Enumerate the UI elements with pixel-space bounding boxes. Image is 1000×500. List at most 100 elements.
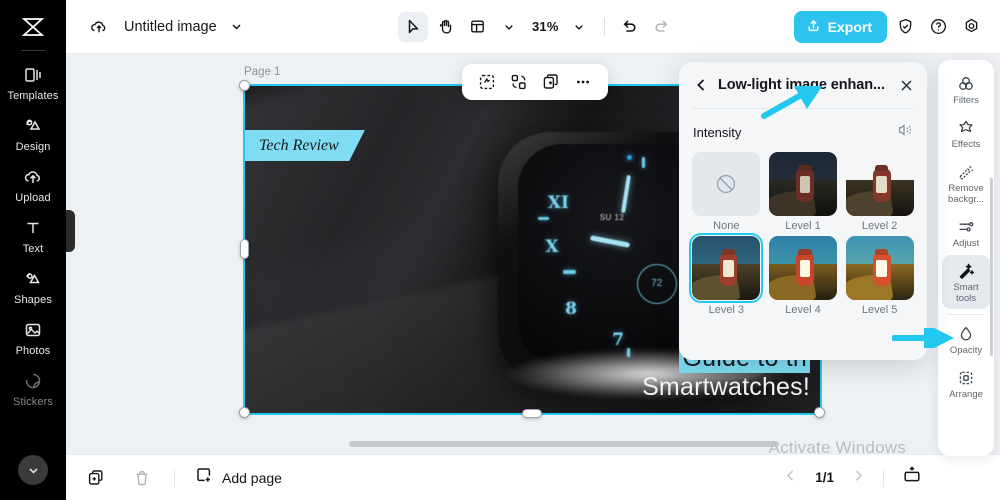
more-options-icon[interactable] — [570, 69, 596, 95]
zoom-chevron-button[interactable] — [564, 12, 594, 42]
intensity-option-label: Level 4 — [785, 304, 821, 316]
sidebar-item-shapes[interactable]: Shapes — [0, 261, 66, 312]
intensity-options-grid: None Level 1 Level 2 Level 3 Level 4 Lev… — [679, 152, 927, 316]
panel-section-header: Intensity — [679, 109, 927, 152]
sidebar-item-label: Upload — [15, 192, 51, 204]
sidebar-item-label: Smart tools — [953, 281, 979, 304]
sidebar-item-label: Stickers — [13, 396, 53, 408]
duplicate-icon[interactable] — [538, 69, 564, 95]
layout-tool-button[interactable] — [462, 12, 492, 42]
left-sidebar: Templates Design Upload Text Shapes Phot… — [0, 0, 66, 500]
tech-review-badge[interactable]: Tech Review — [245, 130, 365, 161]
close-x-icon[interactable] — [897, 76, 915, 94]
intensity-option-label: Level 3 — [708, 304, 745, 316]
intensity-thumbnail — [845, 152, 914, 216]
duplicate-page-icon[interactable] — [82, 464, 110, 492]
intensity-thumbnail — [768, 236, 837, 300]
selection-handle-bottom-right[interactable] — [814, 407, 825, 418]
prev-page-button[interactable] — [784, 469, 797, 486]
horizontal-scrollbar[interactable] — [349, 441, 779, 447]
export-button[interactable]: Export — [793, 10, 887, 43]
intensity-option-none[interactable]: None — [691, 152, 762, 232]
sidebar-item-filters[interactable]: Filters — [942, 68, 990, 112]
top-bar-actions: Export — [793, 10, 986, 43]
delete-page-button[interactable] — [128, 464, 156, 492]
cloud-upload-icon[interactable] — [88, 16, 110, 38]
page-label: Page 1 — [244, 66, 281, 78]
intensity-option-level-4[interactable]: Level 4 — [768, 236, 839, 316]
photo-image-icon — [22, 319, 44, 341]
intensity-option-label: None — [713, 220, 740, 232]
sidebar-item-design[interactable]: Design — [0, 108, 66, 159]
select-tool-button[interactable] — [398, 11, 428, 42]
sidebar-item-label: Text — [22, 243, 44, 255]
shapes-icon — [22, 268, 44, 290]
sidebar-item-opacity[interactable]: Opacity — [942, 318, 990, 362]
sidebar-item-label: Effects — [951, 138, 981, 150]
panel-title: Low-light image enhan... — [718, 77, 885, 93]
right-sidebar: Filters Effects Remove backgr... Adjust — [938, 60, 994, 456]
watch-date: SU 12 — [599, 212, 625, 222]
page-navigation: 1/1 — [784, 465, 922, 490]
sidebar-item-label: Templates — [7, 90, 59, 102]
export-button-label: Export — [827, 18, 872, 35]
sidebar-item-effects[interactable]: Effects — [942, 112, 990, 156]
watch-numeral: XI — [547, 192, 569, 213]
sidebar-item-stickers[interactable]: Stickers — [0, 363, 66, 414]
sidebar-collapse-button[interactable] — [18, 455, 48, 485]
sidebar-item-templates[interactable]: Templates — [0, 57, 66, 108]
sidebar-item-label: Arrange — [949, 389, 983, 401]
sidebar-item-smart-tools[interactable]: Smart tools — [942, 254, 990, 310]
chevron-down-icon[interactable] — [230, 20, 243, 33]
hand-pan-tool-button[interactable] — [430, 12, 460, 42]
adjust-sliders-icon — [956, 217, 976, 237]
canvas-tools: 31% — [398, 11, 677, 42]
selection-handle-left[interactable] — [240, 239, 249, 259]
opacity-drop-icon — [956, 324, 976, 344]
intensity-option-level-1[interactable]: Level 1 — [768, 152, 839, 232]
headline-line-3: Smartwatches! — [642, 372, 810, 401]
shield-check-icon[interactable] — [890, 12, 920, 42]
before-after-compare-icon[interactable] — [897, 122, 913, 143]
add-page-plus-icon — [195, 466, 213, 489]
selection-handle-bottom-left[interactable] — [239, 407, 250, 418]
magic-select-icon[interactable] — [474, 69, 500, 95]
capcut-logo-icon[interactable] — [16, 12, 50, 42]
intensity-thumbnail-selected — [689, 233, 764, 303]
question-circle-icon[interactable] — [923, 12, 953, 42]
intensity-option-label: Level 1 — [785, 220, 821, 232]
replace-swap-icon[interactable] — [506, 69, 532, 95]
sidebar-item-arrange[interactable]: Arrange — [942, 362, 990, 406]
sidebar-divider — [21, 50, 45, 51]
low-light-enhance-panel: Low-light image enhan... Intensity None — [679, 62, 927, 360]
sidebar-resize-handle[interactable] — [66, 210, 75, 252]
layout-chevron-button[interactable] — [494, 12, 524, 42]
sidebar-item-photos[interactable]: Photos — [0, 312, 66, 363]
selection-handle-bottom[interactable] — [522, 409, 542, 418]
intensity-option-level-3[interactable]: Level 3 — [689, 233, 764, 316]
intensity-option-level-5[interactable]: Level 5 — [844, 236, 915, 316]
templates-icon — [22, 64, 44, 86]
app-root: Templates Design Upload Text Shapes Phot… — [0, 0, 1000, 500]
redo-button[interactable] — [647, 12, 677, 42]
sidebar-item-upload[interactable]: Upload — [0, 159, 66, 210]
document-title[interactable]: Untitled image — [124, 19, 217, 35]
add-page-button[interactable]: Add page — [195, 466, 282, 489]
next-page-button[interactable] — [852, 469, 865, 486]
sidebar-item-text[interactable]: Text — [0, 210, 66, 261]
cloud-upload-icon — [22, 166, 44, 188]
right-sidebar-scrollbar[interactable] — [990, 178, 993, 356]
chevron-left-icon[interactable] — [693, 77, 709, 93]
settings-gear-icon[interactable] — [956, 12, 986, 42]
undo-button[interactable] — [615, 12, 645, 42]
sidebar-item-remove-background[interactable]: Remove backgr... — [942, 156, 990, 211]
intensity-option-level-2[interactable]: Level 2 — [844, 152, 915, 232]
sidebar-item-label: Design — [15, 141, 51, 153]
sidebar-item-adjust[interactable]: Adjust — [942, 211, 990, 255]
tech-review-badge-label: Tech Review — [259, 136, 339, 154]
selection-handle-top-left[interactable] — [239, 80, 250, 91]
zoom-level-value: 31% — [532, 19, 559, 34]
bottom-bar: Add page 1/1 — [66, 454, 1000, 500]
present-screen-icon[interactable] — [902, 465, 922, 490]
filters-circles-icon — [956, 74, 976, 94]
